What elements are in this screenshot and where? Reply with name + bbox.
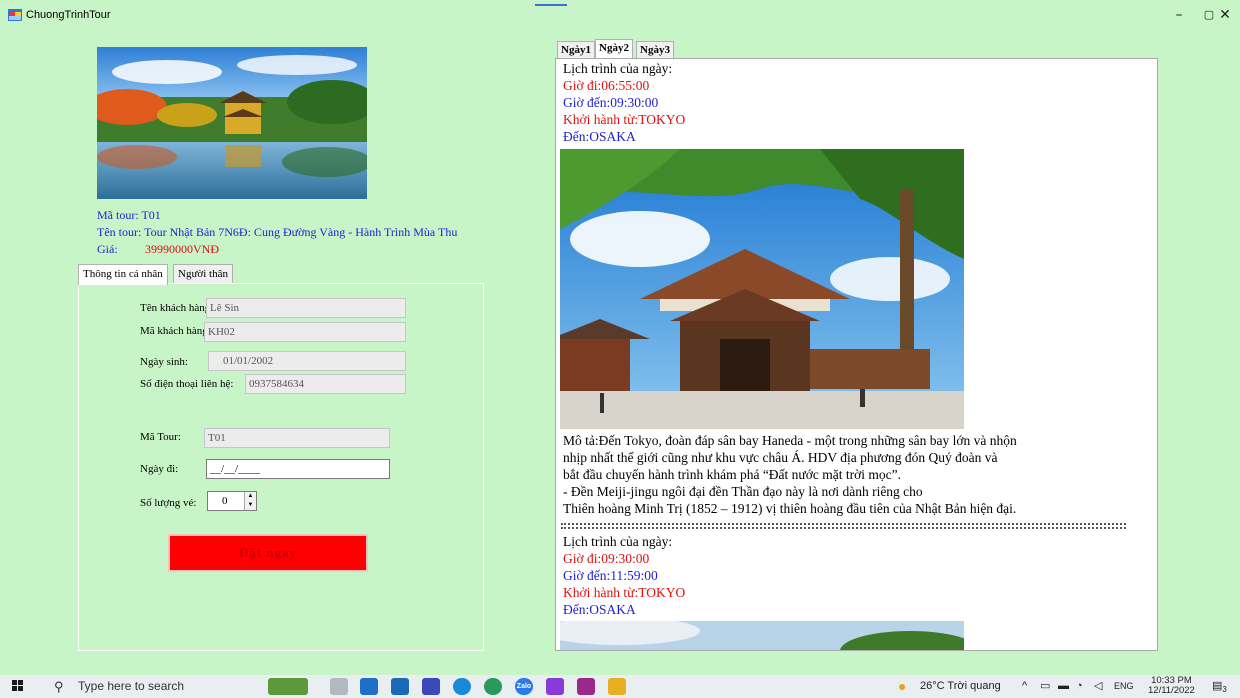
meiji-shrine-photo bbox=[560, 149, 964, 429]
tour-code: Mã tour: T01 bbox=[97, 208, 161, 223]
schedule-2-photo bbox=[560, 621, 964, 650]
customer-name-field[interactable]: Lê Sin bbox=[206, 298, 406, 318]
tour-image-golden-pavilion bbox=[97, 47, 367, 199]
close-button[interactable]: ✕ bbox=[1210, 4, 1240, 26]
phone-label: Số điện thoại liên hệ: bbox=[140, 378, 234, 390]
window-accent-line bbox=[535, 4, 567, 6]
ticket-quantity-value: 0 bbox=[222, 495, 228, 507]
tray-volume-icon[interactable]: ◁ bbox=[1094, 675, 1102, 698]
schedule-1-depart: Giờ đi:06:55:00 bbox=[563, 78, 650, 93]
departure-date-label: Ngày đi: bbox=[140, 463, 179, 475]
edge-icon[interactable] bbox=[453, 678, 471, 695]
visual-studio-app-icon[interactable] bbox=[577, 678, 595, 695]
tray-battery-icon[interactable]: ▬ bbox=[1058, 675, 1069, 698]
stepper-arrows-icon[interactable]: ▲ ▼ bbox=[244, 492, 256, 510]
task-view-icon[interactable] bbox=[330, 678, 348, 695]
windows-start-icon[interactable] bbox=[12, 680, 24, 692]
schedule-1-to: Đến:OSAKA bbox=[563, 129, 636, 144]
tour-name: Tên tour: Tour Nhật Bản 7N6Đ: Cung Đường… bbox=[97, 225, 457, 240]
schedule-2-arrive: Giờ đến:11:59:00 bbox=[563, 568, 658, 583]
tab-day-3[interactable]: Ngày3 bbox=[636, 41, 674, 59]
taskbar-search[interactable]: ⚲ Type here to search bbox=[44, 676, 244, 697]
notification-icon[interactable]: ▤3 bbox=[1212, 675, 1227, 698]
tour-name-label: Tên tour: bbox=[97, 225, 142, 239]
tour-code-input-label: Mã Tour: bbox=[140, 431, 181, 443]
mail-icon[interactable] bbox=[391, 678, 409, 695]
schedule-2-from: Khởi hành từ:TOKYO bbox=[563, 585, 686, 600]
dob-field[interactable]: 01/01/2002 bbox=[208, 351, 406, 371]
schedule-2-depart: Giờ đi:09:30:00 bbox=[563, 551, 650, 566]
file-explorer-icon[interactable] bbox=[360, 678, 378, 695]
tab-day-1[interactable]: Ngày1 bbox=[557, 41, 595, 59]
search-icon: ⚲ bbox=[54, 679, 64, 694]
book-now-button[interactable]: Đặt ngay bbox=[168, 534, 368, 572]
tab-day-2[interactable]: Ngày2 bbox=[595, 39, 633, 58]
app-icon bbox=[8, 9, 22, 21]
tour-name-value: Tour Nhật Bản 7N6Đ: Cung Đường Vàng - Hà… bbox=[144, 225, 458, 239]
tab-relatives[interactable]: Người thân bbox=[173, 264, 233, 284]
minimize-button[interactable]: – bbox=[1164, 4, 1194, 26]
schedule-separator bbox=[561, 523, 1126, 529]
app-icon-blue[interactable] bbox=[422, 678, 440, 695]
tour-code-label: Mã tour: bbox=[97, 208, 139, 222]
window-title: ChuongTrinhTour bbox=[26, 9, 111, 21]
notification-count: 3 bbox=[1222, 685, 1227, 695]
schedule-2-to: Đến:OSAKA bbox=[563, 602, 636, 617]
schedule-2-heading: Lịch trình của ngày: bbox=[563, 534, 673, 549]
departure-date-input[interactable]: __/__/____ bbox=[206, 459, 390, 479]
schedule-1-from: Khởi hành từ:TOKYO bbox=[563, 112, 686, 127]
tray-wifi-icon[interactable]: ◔ bbox=[1076, 675, 1083, 698]
phone-field[interactable]: 0937584634 bbox=[245, 374, 406, 394]
taskbar-widget-icon[interactable] bbox=[268, 678, 308, 695]
title-bar: ChuongTrinhTour – ▢ ✕ bbox=[0, 0, 1240, 30]
weather-text[interactable]: 26°C Trời quang bbox=[920, 675, 1001, 698]
tray-chevron-icon[interactable]: ^ bbox=[1022, 675, 1027, 698]
tour-price-label: Giá: bbox=[97, 242, 118, 256]
customer-name-label: Tên khách hàng: bbox=[140, 302, 214, 314]
chrome-icon[interactable] bbox=[484, 678, 502, 695]
language-indicator[interactable]: ENG bbox=[1114, 675, 1134, 698]
ticket-quantity-stepper[interactable]: 0 ▲ ▼ bbox=[207, 491, 257, 511]
schedule-description: Mô tả:Đến Tokyo, đoàn đáp sân bay Haneda… bbox=[563, 433, 1017, 516]
customer-id-label: Mã khách hàng: bbox=[140, 325, 211, 337]
taskbar-search-placeholder: Type here to search bbox=[78, 679, 185, 693]
taskbar: ⚲ Type here to search Zalo ● 26°C Trời q… bbox=[0, 675, 1240, 698]
schedule-1-arrive: Giờ đến:09:30:00 bbox=[563, 95, 659, 110]
system-clock[interactable]: 10:33 PM 12/11/2022 bbox=[1148, 676, 1195, 696]
running-app-icon[interactable] bbox=[608, 678, 626, 695]
zalo-icon[interactable]: Zalo bbox=[515, 678, 533, 695]
customer-id-field[interactable]: KH02 bbox=[204, 322, 406, 342]
tour-code-value: T01 bbox=[141, 208, 161, 222]
ticket-quantity-label: Số lượng vé: bbox=[140, 497, 197, 509]
tour-code-input[interactable]: T01 bbox=[204, 428, 390, 448]
schedule-1-heading: Lịch trình của ngày: bbox=[563, 61, 673, 76]
weather-icon: ● bbox=[898, 678, 907, 694]
dob-label: Ngày sinh: bbox=[140, 356, 188, 368]
tab-personal-info[interactable]: Thông tin cá nhân bbox=[78, 264, 168, 285]
tray-network-icon[interactable]: ▭ bbox=[1040, 675, 1050, 698]
schedule-panel[interactable]: Lịch trình của ngày: Giờ đi:06:55:00 Giờ… bbox=[555, 58, 1158, 651]
tour-price-value: 39990000VNĐ bbox=[145, 242, 219, 256]
visual-studio-icon[interactable] bbox=[546, 678, 564, 695]
clock-date: 12/11/2022 bbox=[1148, 685, 1195, 696]
tour-price: Giá: 39990000VNĐ bbox=[97, 242, 219, 257]
